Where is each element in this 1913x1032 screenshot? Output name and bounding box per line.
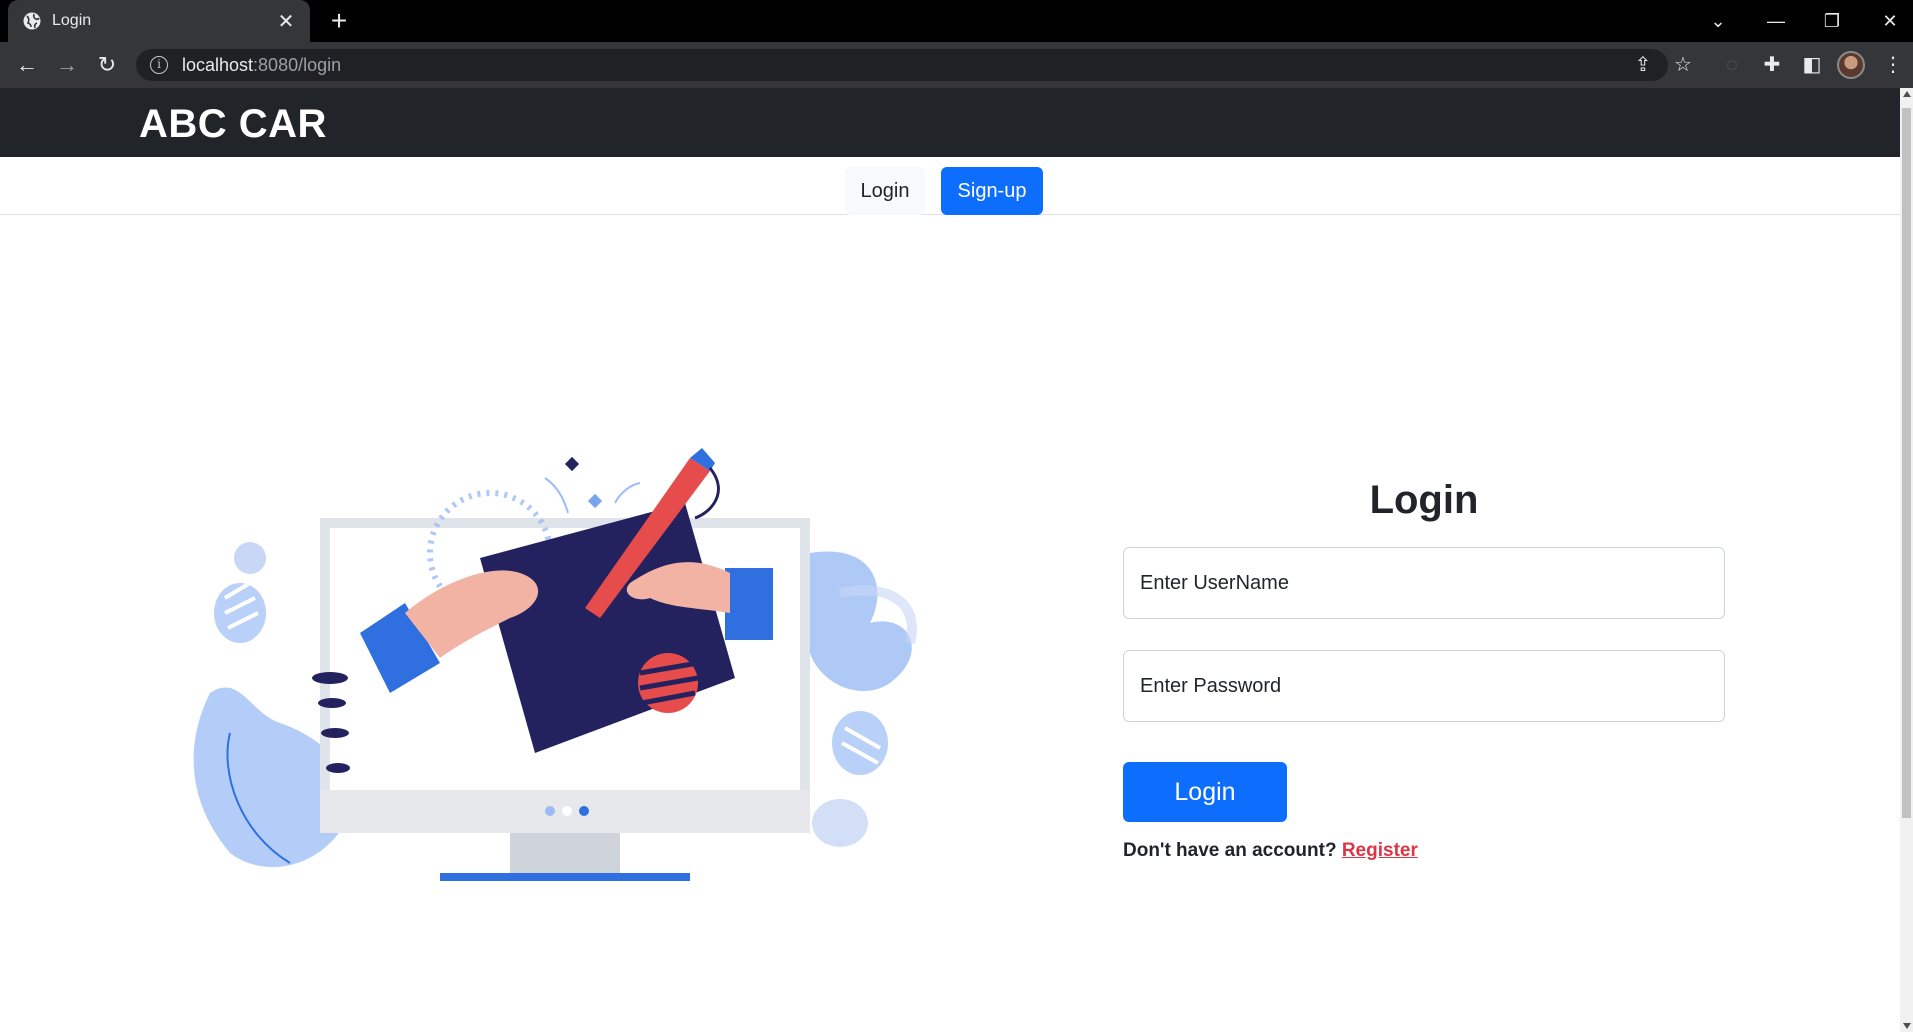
url-host: localhost xyxy=(182,54,254,75)
site-info-icon[interactable]: i xyxy=(150,56,168,74)
window-close-icon[interactable]: ✕ xyxy=(1870,6,1910,36)
login-illustration xyxy=(193,448,917,881)
page-scrollbar[interactable] xyxy=(1900,88,1913,1032)
login-heading: Login xyxy=(1369,478,1479,522)
reload-icon[interactable]: ↻ xyxy=(92,50,122,80)
new-tab-icon[interactable]: + xyxy=(324,6,354,36)
close-tab-icon[interactable]: ✕ xyxy=(276,9,296,34)
password-input[interactable] xyxy=(1123,650,1725,722)
tab-title: Login xyxy=(52,12,92,29)
top-navbar: ABC CAR xyxy=(0,88,1900,157)
register-prompt-text: Don't have an account? xyxy=(1123,840,1337,861)
nav-signup-button[interactable]: Sign-up xyxy=(941,167,1043,215)
bookmark-star-icon[interactable]: ☆ xyxy=(1670,52,1696,77)
tab-search-icon[interactable]: ⌄ xyxy=(1698,6,1738,36)
extensions-puzzle-icon[interactable]: ✚ xyxy=(1757,50,1787,80)
extension-disabled-icon[interactable]: ◌ xyxy=(1717,50,1747,80)
browser-toolbar: ← → ↻ i localhost:8080/login ⇪ ☆ ◌ ✚ ◧ ⋮ xyxy=(0,42,1913,88)
restore-icon[interactable]: ❐ xyxy=(1812,6,1852,36)
forward-icon[interactable]: → xyxy=(52,50,82,80)
scroll-thumb[interactable] xyxy=(1902,108,1911,818)
browser-menu-icon[interactable]: ⋮ xyxy=(1878,50,1908,80)
register-link[interactable]: Register xyxy=(1342,840,1418,861)
browser-tab-strip: Login ✕ + ⌄ — ❐ ✕ xyxy=(0,0,1913,42)
scroll-down-arrow-icon[interactable] xyxy=(1903,1023,1911,1029)
side-panel-icon[interactable]: ◧ xyxy=(1797,50,1827,80)
auth-subnav: Login Sign-up xyxy=(0,157,1900,215)
browser-tab[interactable]: Login ✕ xyxy=(8,0,310,42)
register-prompt-line: Don't have an account? Register xyxy=(1123,840,1418,862)
scroll-up-arrow-icon[interactable] xyxy=(1903,91,1911,97)
url-path: :8080/login xyxy=(253,54,342,75)
nav-login-button[interactable]: Login xyxy=(845,167,925,215)
globe-icon xyxy=(23,12,41,30)
login-submit-button[interactable]: Login xyxy=(1123,762,1287,822)
minimize-icon[interactable]: — xyxy=(1756,6,1796,36)
brand-logo-text[interactable]: ABC CAR xyxy=(139,102,327,147)
username-input[interactable] xyxy=(1123,547,1725,619)
share-icon[interactable]: ⇪ xyxy=(1630,52,1656,77)
back-icon[interactable]: ← xyxy=(12,50,42,80)
profile-avatar[interactable] xyxy=(1837,51,1865,79)
page-viewport: ABC CAR Login Sign-up Login Enter UserNa… xyxy=(0,88,1900,1032)
address-bar[interactable]: i localhost:8080/login xyxy=(136,49,1668,81)
